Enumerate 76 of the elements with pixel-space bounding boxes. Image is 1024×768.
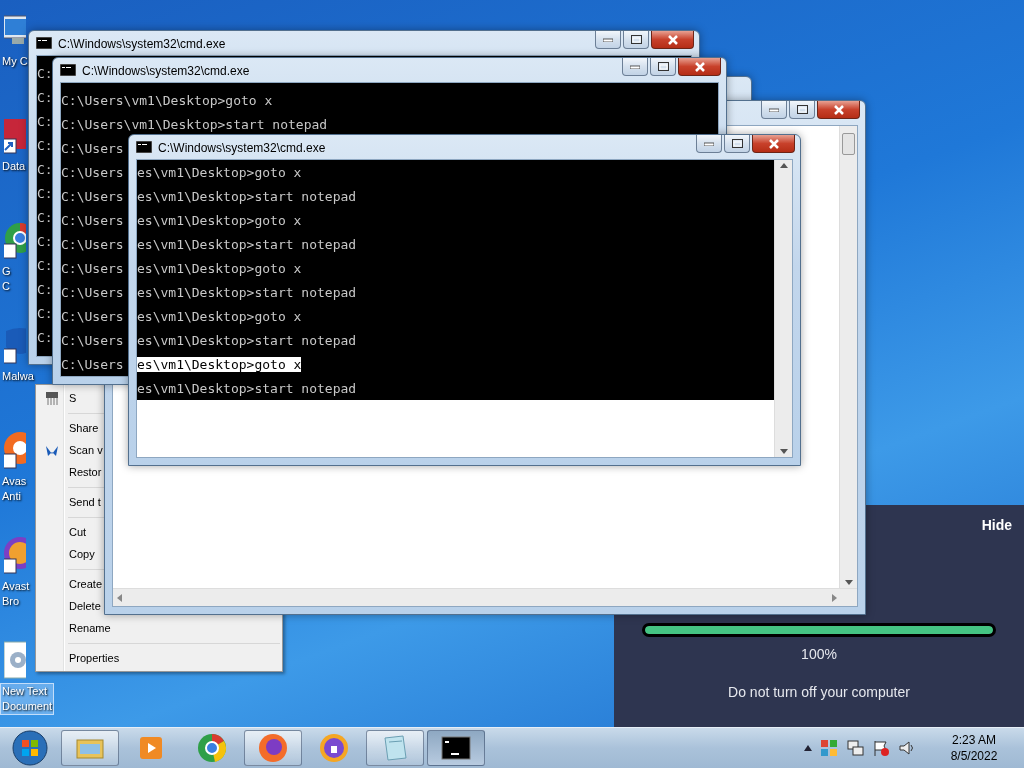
close-button[interactable] xyxy=(651,31,694,49)
menu-item[interactable]: Copy xyxy=(38,543,95,565)
maximize-button[interactable] xyxy=(623,31,649,49)
console-icon xyxy=(136,141,152,153)
update-message: Do not turn off your computer xyxy=(728,684,910,700)
progress-percent: 100% xyxy=(801,646,837,662)
icon-label[interactable]: G C xyxy=(1,264,12,294)
horizontal-scrollbar[interactable] xyxy=(113,588,857,606)
clock[interactable]: 2:23 AM 8/5/2022 xyxy=(934,732,1014,764)
maximize-button[interactable] xyxy=(724,135,750,153)
grid-icon[interactable] xyxy=(820,739,838,757)
menu-item[interactable]: S xyxy=(38,387,77,409)
shredder-icon xyxy=(44,390,60,406)
close-button[interactable] xyxy=(817,101,860,119)
app-icon xyxy=(318,732,350,764)
close-icon xyxy=(666,34,679,45)
icon-label[interactable]: Avas Anti xyxy=(1,474,28,504)
up-arrow-icon[interactable] xyxy=(779,163,788,168)
minimize-icon xyxy=(769,107,779,112)
close-button[interactable] xyxy=(678,58,721,76)
icon-label[interactable]: Data xyxy=(1,159,27,174)
console-icon xyxy=(36,37,52,49)
menu-item[interactable]: Cut xyxy=(38,521,87,543)
minimize-button[interactable] xyxy=(696,135,722,153)
menu-item[interactable]: Share xyxy=(38,417,99,439)
maximize-button[interactable] xyxy=(789,101,815,119)
maximize-icon xyxy=(796,105,808,114)
window-title: C:\Windows\system32\cmd.exe xyxy=(82,64,250,78)
volume-icon[interactable] xyxy=(898,739,916,757)
minimize-button[interactable] xyxy=(622,58,648,76)
flag-icon[interactable] xyxy=(872,739,890,757)
desktop-icon[interactable] xyxy=(4,430,26,470)
maximize-button[interactable] xyxy=(650,58,676,76)
desktop-icon[interactable] xyxy=(4,535,26,575)
menu-item[interactable]: Restor xyxy=(38,461,102,483)
icon-label[interactable]: My C xyxy=(1,54,29,69)
app-icon xyxy=(196,732,228,764)
left-arrow-icon[interactable] xyxy=(117,593,122,602)
taskbar-button[interactable] xyxy=(427,730,485,766)
down-arrow-icon[interactable] xyxy=(779,449,788,454)
close-icon xyxy=(693,61,706,72)
close-icon xyxy=(832,104,845,115)
maximize-icon xyxy=(731,139,743,148)
menu-item[interactable]: Rename xyxy=(38,617,111,639)
close-icon xyxy=(767,138,780,149)
taskbar-button[interactable] xyxy=(244,730,302,766)
icon-label[interactable]: Malwa xyxy=(1,369,35,384)
show-hidden-icon[interactable] xyxy=(804,745,812,751)
menu-item[interactable]: Properties xyxy=(38,647,120,669)
menu-item[interactable]: Scan v xyxy=(38,439,103,461)
console-icon xyxy=(60,64,76,76)
minimize-icon xyxy=(603,37,613,42)
icon-label[interactable]: Avast Bro xyxy=(1,579,31,609)
app-icon xyxy=(257,732,289,764)
desktop-icon[interactable] xyxy=(4,325,26,365)
menu-item[interactable]: Send t xyxy=(38,491,101,513)
menu-item[interactable]: Create xyxy=(38,573,103,595)
close-button[interactable] xyxy=(752,135,795,153)
hide-button[interactable]: Hide xyxy=(981,517,1012,533)
maximize-icon xyxy=(630,35,642,44)
minimize-button[interactable] xyxy=(595,31,621,49)
minimize-button[interactable] xyxy=(761,101,787,119)
right-arrow-icon[interactable] xyxy=(832,593,837,602)
scroll-thumb[interactable] xyxy=(842,133,855,155)
down-arrow-icon[interactable] xyxy=(844,580,853,585)
clock-date: 8/5/2022 xyxy=(950,748,998,764)
scrollbar[interactable] xyxy=(839,126,857,588)
menu-item[interactable]: Delete xyxy=(38,595,101,617)
maximize-icon xyxy=(657,62,669,71)
window-title: C:\Windows\system32\cmd.exe xyxy=(158,141,326,155)
scrollbar[interactable] xyxy=(774,160,792,457)
window-title: C:\Windows\system32\cmd.exe xyxy=(58,37,226,51)
network-icon[interactable] xyxy=(846,739,864,757)
minimize-icon xyxy=(704,141,714,146)
clock-time: 2:23 AM xyxy=(952,732,996,748)
minimize-icon xyxy=(630,64,640,69)
